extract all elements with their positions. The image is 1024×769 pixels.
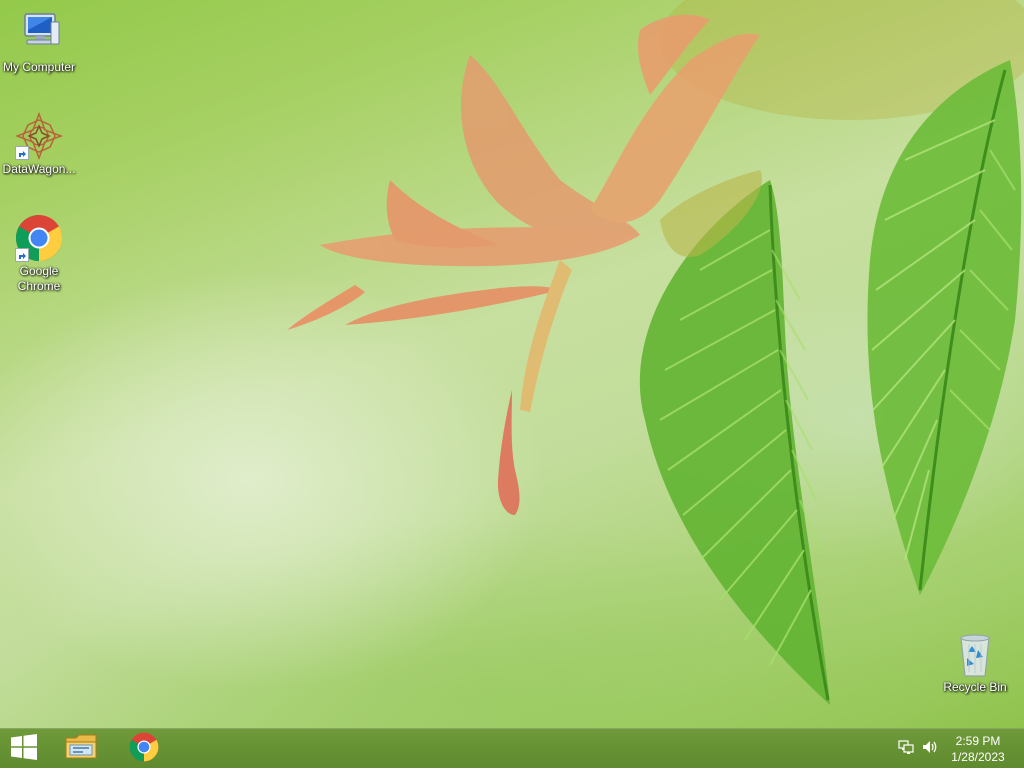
desktop-icon-label: DataWagon... (2, 162, 76, 176)
desktop[interactable]: My Computer DataWagon... Google Chrome R… (0, 0, 1024, 728)
clock-date: 1/28/2023 (951, 750, 1005, 764)
datawagon-icon (14, 111, 64, 161)
taskbar-file-explorer[interactable] (56, 729, 106, 769)
desktop-icon-google-chrome[interactable]: Google Chrome (0, 214, 78, 294)
computer-icon (15, 10, 63, 58)
taskbar-clock[interactable]: 2:59 PM 1/28/2023 (946, 733, 1010, 765)
desktop-icon-label: My Computer (2, 60, 76, 74)
chrome-icon (129, 732, 159, 767)
desktop-icon-label: Recycle Bin (943, 680, 1007, 694)
windows-logo-icon (10, 733, 38, 766)
desktop-icon-datawagon[interactable]: DataWagon... (0, 111, 78, 177)
tray-volume[interactable] (918, 729, 942, 769)
desktop-icon-my-computer[interactable]: My Computer (0, 10, 78, 75)
taskbar-chrome[interactable] (118, 729, 170, 769)
desktop-icon-label: Google Chrome (17, 264, 61, 293)
taskbar: 2:59 PM 1/28/2023 (0, 728, 1024, 768)
shortcut-arrow-icon (15, 248, 29, 262)
clock-time: 2:59 PM (955, 734, 1001, 748)
tray-network[interactable] (894, 729, 918, 769)
wallpaper-leaf-left (639, 180, 830, 705)
wallpaper-leaf-right (867, 60, 1022, 595)
start-button[interactable] (0, 729, 48, 769)
chrome-icon (15, 214, 63, 262)
network-icon (898, 739, 914, 760)
file-explorer-icon (64, 732, 98, 767)
desktop-icon-recycle-bin[interactable]: Recycle Bin (936, 630, 1014, 695)
shortcut-arrow-icon (15, 146, 29, 160)
volume-icon (921, 739, 939, 760)
wallpaper (287, 0, 1024, 705)
recycle-bin-icon (951, 630, 999, 678)
